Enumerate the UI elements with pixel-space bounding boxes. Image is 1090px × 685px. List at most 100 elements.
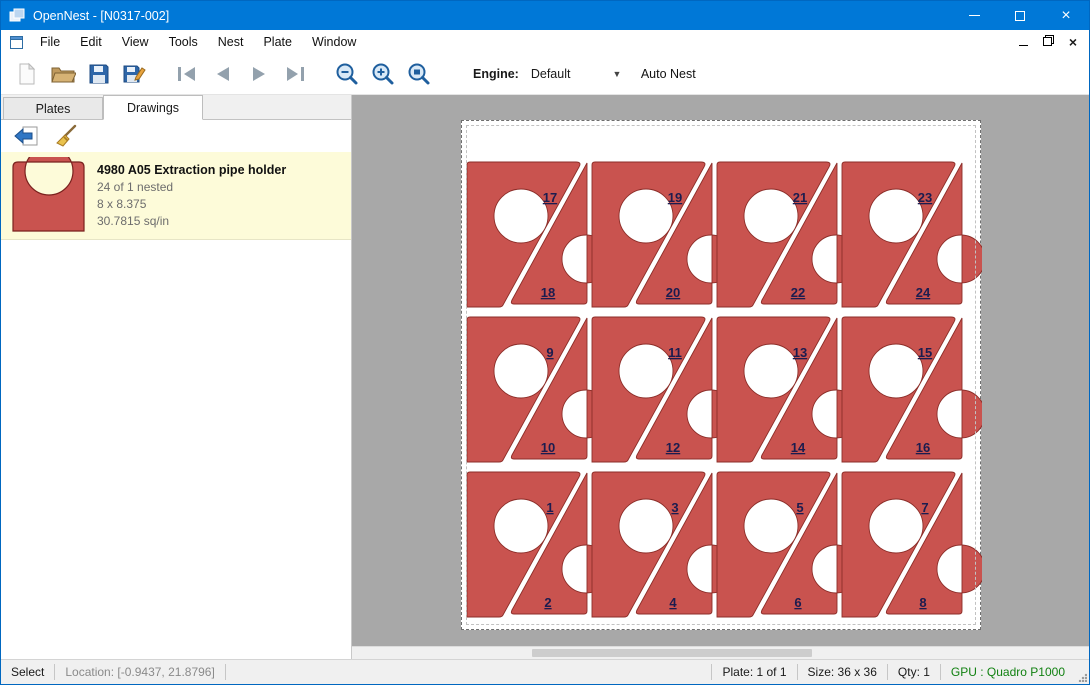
part-number-label: 17 xyxy=(543,190,557,205)
app-window: OpenNest - [N0317-002] × File Edit View … xyxy=(0,0,1090,685)
blue-arrow-icon xyxy=(13,125,39,147)
toolbar: Engine: Default ▼ Auto Nest xyxy=(1,54,1089,95)
mdi-minimize-button[interactable] xyxy=(1019,35,1028,49)
zoom-out-button[interactable] xyxy=(329,57,365,91)
plate-sheet: 171819202122232491011121314151612345678 xyxy=(461,120,981,630)
part-number-label: 21 xyxy=(793,190,807,205)
statusbar: Select Location: [-0.9437, 21.8796] Plat… xyxy=(1,659,1089,684)
tab-drawings[interactable]: Drawings xyxy=(103,95,203,120)
part-number-label: 4 xyxy=(669,595,677,610)
menu-tools[interactable]: Tools xyxy=(159,30,208,54)
drawing-area: 30.7815 sq/in xyxy=(97,214,286,228)
first-plate-button[interactable] xyxy=(169,57,205,91)
drawing-size: 8 x 8.375 xyxy=(97,197,286,211)
save-as-button[interactable] xyxy=(117,57,153,91)
part-number-label: 7 xyxy=(921,500,928,515)
nest-cell[interactable]: 1112 xyxy=(592,317,735,462)
previous-arrow-icon xyxy=(212,65,234,83)
minimize-button[interactable] xyxy=(951,1,997,30)
close-button[interactable]: × xyxy=(1043,1,1089,30)
part-number-label: 20 xyxy=(666,285,680,300)
scrollbar-thumb[interactable] xyxy=(532,649,812,657)
menu-edit[interactable]: Edit xyxy=(70,30,112,54)
next-arrow-icon xyxy=(248,65,270,83)
first-arrow-icon xyxy=(175,65,199,83)
horizontal-scrollbar[interactable] xyxy=(352,646,1089,659)
nest-cell[interactable]: 34 xyxy=(592,472,735,617)
broom-icon xyxy=(53,124,79,148)
zoom-fit-icon xyxy=(407,62,431,86)
last-plate-button[interactable] xyxy=(277,57,313,91)
mdi-minimize-icon xyxy=(1019,45,1028,46)
save-button[interactable] xyxy=(81,57,117,91)
titlebar: OpenNest - [N0317-002] × xyxy=(1,1,1089,30)
drawings-list-empty-area xyxy=(1,240,351,659)
part-number-label: 2 xyxy=(544,595,551,610)
part-number-label: 15 xyxy=(918,345,932,360)
part-number-label: 14 xyxy=(791,440,806,455)
status-size: Size: 36 x 36 xyxy=(798,665,887,679)
part-thumbnail xyxy=(9,157,89,235)
menu-file[interactable]: File xyxy=(30,30,70,54)
part-number-label: 5 xyxy=(796,500,803,515)
drawing-title: 4980 A05 Extraction pipe holder xyxy=(97,163,286,177)
status-mode: Select xyxy=(1,665,54,679)
part-number-label: 1 xyxy=(546,500,553,515)
next-plate-button[interactable] xyxy=(241,57,277,91)
left-panel: Plates Drawings xyxy=(1,95,352,659)
part-number-label: 23 xyxy=(918,190,932,205)
new-file-button[interactable] xyxy=(9,57,45,91)
engine-value: Default xyxy=(531,67,571,81)
minimize-icon xyxy=(969,15,980,16)
chevron-down-icon: ▼ xyxy=(612,69,621,79)
part-number-label: 22 xyxy=(791,285,805,300)
clear-nest-button[interactable] xyxy=(51,123,81,149)
part-number-label: 24 xyxy=(916,285,931,300)
part-number-label: 19 xyxy=(668,190,682,205)
resize-grip[interactable] xyxy=(1075,660,1089,684)
nest-cell[interactable]: 78 xyxy=(842,472,982,617)
part-number-label: 12 xyxy=(666,440,680,455)
zoom-in-button[interactable] xyxy=(365,57,401,91)
auto-nest-button[interactable]: Auto Nest xyxy=(641,67,696,81)
nest-cell[interactable]: 12 xyxy=(467,472,610,617)
status-location: Location: [-0.9437, 21.8796] xyxy=(55,665,224,679)
zoom-fit-button[interactable] xyxy=(401,57,437,91)
nest-cell[interactable]: 23 24 xyxy=(842,162,982,307)
menu-view[interactable]: View xyxy=(112,30,159,54)
drawing-list-item[interactable]: 4980 A05 Extraction pipe holder 24 of 1 … xyxy=(1,152,351,240)
menu-plate[interactable]: Plate xyxy=(253,30,302,54)
last-arrow-icon xyxy=(283,65,307,83)
nest-cell[interactable]: 56 xyxy=(717,472,860,617)
nest-cell[interactable]: 1516 xyxy=(842,317,982,462)
mdi-restore-button[interactable] xyxy=(1043,35,1054,49)
tab-plates[interactable]: Plates xyxy=(3,97,103,120)
save-icon xyxy=(88,63,110,85)
menu-window[interactable]: Window xyxy=(302,30,366,54)
nest-cell[interactable]: 21 22 xyxy=(717,162,860,307)
send-to-plate-button[interactable] xyxy=(11,123,41,149)
status-plate: Plate: 1 of 1 xyxy=(712,665,796,679)
nest-canvas[interactable]: 171819202122232491011121314151612345678 xyxy=(352,95,1089,659)
nest-cell[interactable]: 1718 xyxy=(467,162,610,307)
window-title: OpenNest - [N0317-002] xyxy=(33,9,169,23)
close-icon: × xyxy=(1061,8,1070,24)
part-number-label: 6 xyxy=(794,595,801,610)
nest-cell[interactable]: 1314 xyxy=(717,317,860,462)
app-icon xyxy=(9,8,25,24)
mdi-close-button[interactable]: × xyxy=(1069,35,1077,49)
previous-plate-button[interactable] xyxy=(205,57,241,91)
nest-cell[interactable]: 1920 xyxy=(592,162,735,307)
status-qty: Qty: 1 xyxy=(888,665,940,679)
part-number-label: 10 xyxy=(541,440,555,455)
zoom-out-icon xyxy=(335,62,359,86)
mdi-restore-icon xyxy=(1043,35,1054,46)
menu-nest[interactable]: Nest xyxy=(208,30,254,54)
open-button[interactable] xyxy=(45,57,81,91)
open-folder-icon xyxy=(50,63,76,85)
maximize-button[interactable] xyxy=(997,1,1043,30)
zoom-in-icon xyxy=(371,62,395,86)
drawing-nested-count: 24 of 1 nested xyxy=(97,180,286,194)
engine-select[interactable]: Default ▼ xyxy=(527,62,627,86)
nest-cell[interactable]: 910 xyxy=(467,317,610,462)
